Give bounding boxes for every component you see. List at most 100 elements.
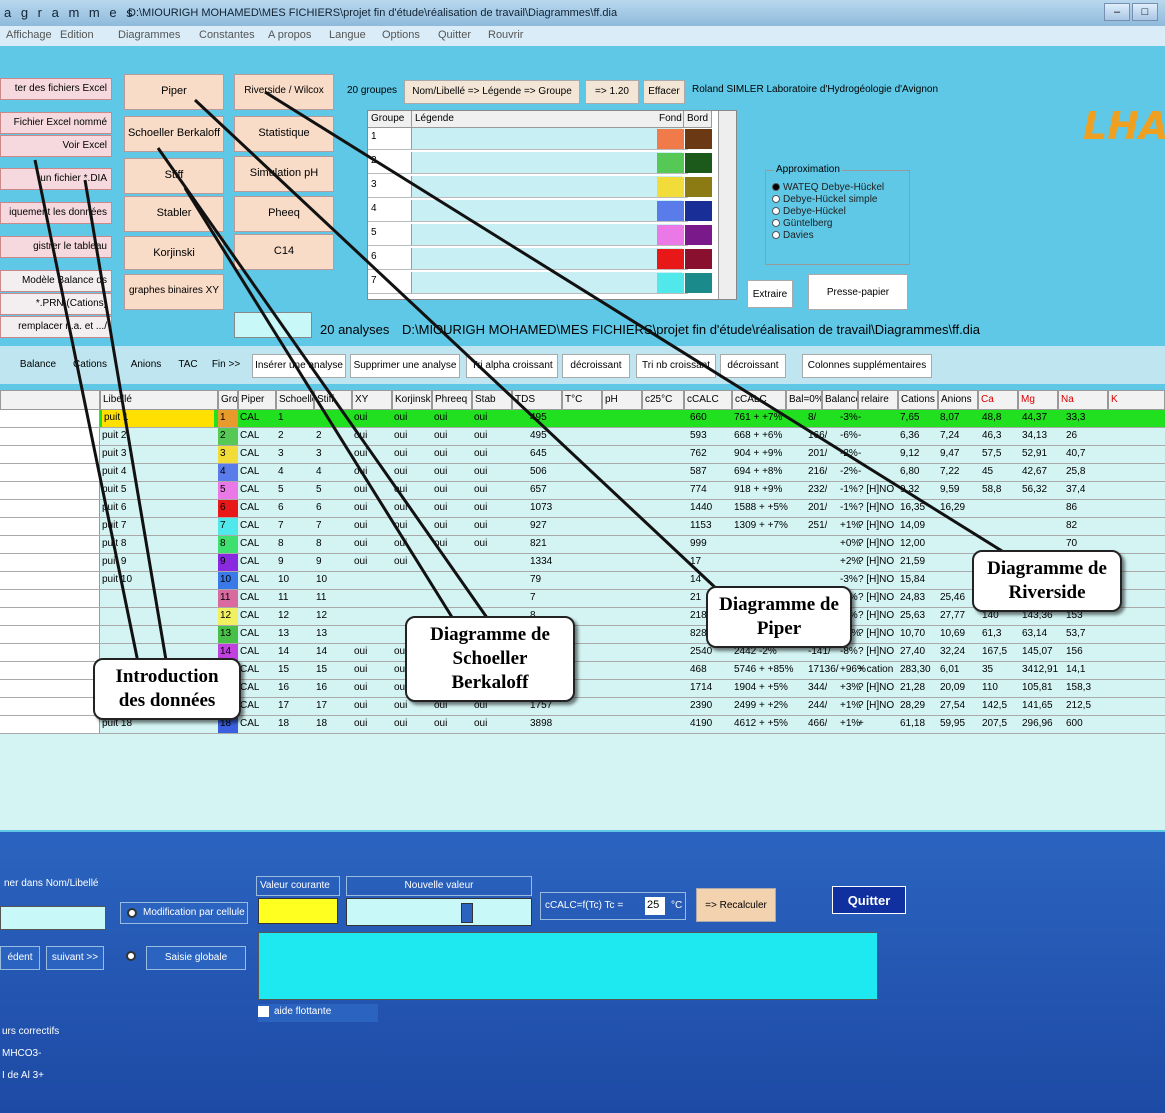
group-row[interactable]: 1 [368, 128, 688, 150]
table-cell[interactable]: 1309 + +7% [734, 520, 788, 531]
tab-fin[interactable]: Fin >> [206, 354, 246, 376]
grid-col-header[interactable]: Cations [898, 390, 938, 410]
table-cell[interactable]: 9,12 [900, 448, 919, 459]
grid-col-header[interactable]: Anions [938, 390, 978, 410]
table-cell[interactable]: puit 5 [102, 484, 212, 495]
table-cell[interactable]: 2540 [690, 646, 712, 657]
table-cell[interactable]: 57,5 [982, 448, 1001, 459]
save-table-button[interactable]: gistrer le tableau [0, 236, 112, 258]
table-cell[interactable]: 17 [316, 700, 327, 711]
data-only-button[interactable]: iquement les données [0, 202, 112, 224]
table-cell[interactable]: 207,5 [982, 718, 1007, 729]
table-cell[interactable]: 13 [278, 628, 289, 639]
table-cell[interactable]: 58,8 [982, 484, 1001, 495]
table-cell[interactable]: 283,30 [900, 664, 931, 675]
grid-col-header[interactable]: Na [1058, 390, 1108, 410]
mod-cell-radio[interactable]: Modification par cellule [120, 902, 248, 924]
table-cell[interactable]: 46,3 [982, 430, 1001, 441]
table-cell[interactable]: 79 [530, 574, 541, 585]
table-cell[interactable]: CAL [240, 682, 259, 693]
prn-cations-button[interactable]: *.PRN (Cations) [0, 293, 112, 315]
menu-apropos[interactable]: A propos [268, 29, 311, 41]
table-cell[interactable]: puit 10 [102, 574, 212, 585]
table-cell[interactable]: CAL [240, 412, 259, 423]
table-cell[interactable]: oui [394, 502, 407, 513]
table-cell[interactable]: 7 [278, 520, 284, 531]
table-cell[interactable]: 668 + +6% [734, 430, 782, 441]
fond-color-swatch[interactable] [657, 177, 684, 197]
table-cell[interactable]: oui [434, 430, 447, 441]
extra-columns-button[interactable]: Colonnes supplémentaires [802, 354, 932, 378]
table-cell[interactable]: 828 [690, 628, 707, 639]
grid-col-header[interactable]: Libellé [100, 390, 218, 410]
next-button[interactable]: suivant >> [46, 946, 104, 970]
grid-col-header[interactable]: Stab [472, 390, 512, 410]
table-cell[interactable]: 1714 [690, 682, 712, 693]
table-cell[interactable]: 42,67 [1022, 466, 1047, 477]
grid-col-header[interactable]: cCALC [684, 390, 732, 410]
table-cell[interactable]: 11 [278, 592, 288, 603]
table-cell[interactable]: 10,69 [940, 628, 965, 639]
table-cell[interactable]: 694 + +8% [734, 466, 782, 477]
table-cell[interactable]: 59,95 [940, 718, 965, 729]
table-cell[interactable]: 8 [278, 538, 284, 549]
table-cell[interactable]: 6,80 [900, 466, 919, 477]
table-cell[interactable]: 16 [278, 682, 289, 693]
table-cell[interactable]: 9,59 [940, 484, 959, 495]
ratio-button[interactable]: => 1.20 [585, 80, 639, 104]
table-cell[interactable]: -6% [840, 430, 858, 441]
table-cell[interactable]: oui [474, 502, 487, 513]
grid-col-header[interactable]: K [1108, 390, 1165, 410]
table-cell[interactable]: 3412,91 [1022, 664, 1058, 675]
table-cell[interactable]: puit 2 [102, 430, 212, 441]
table-cell[interactable]: 156 [1066, 646, 1083, 657]
new-value-field[interactable] [346, 898, 532, 926]
table-cell[interactable]: 37,4 [1066, 484, 1085, 495]
name-legend-group-button[interactable]: Nom/Libellé => Légende => Groupe [404, 80, 580, 104]
fond-color-swatch[interactable] [657, 153, 684, 173]
fond-color-swatch[interactable] [657, 201, 684, 221]
table-cell[interactable]: CAL [240, 448, 259, 459]
table-cell[interactable]: ? [H]NO [858, 520, 894, 531]
tab-balance[interactable]: Balance [12, 354, 64, 376]
table-cell[interactable]: 3 [278, 448, 284, 459]
quit-button[interactable]: Quitter [832, 886, 906, 914]
table-cell[interactable]: 4 [316, 466, 322, 477]
group-legend-cell[interactable] [412, 272, 682, 293]
table-cell[interactable]: 18 [316, 718, 327, 729]
grid-col-header[interactable]: Ca [978, 390, 1018, 410]
table-cell[interactable]: oui [434, 718, 447, 729]
table-cell[interactable]: 2499 + +2% [734, 700, 788, 711]
table-cell[interactable]: 1073 [530, 502, 552, 513]
table-cell[interactable]: 251/ [808, 520, 827, 531]
table-cell[interactable]: CAL [240, 700, 259, 711]
table-cell[interactable]: puit 6 [102, 502, 212, 513]
table-cell[interactable]: 10 [278, 574, 289, 585]
table-cell[interactable]: oui [474, 466, 487, 477]
table-cell[interactable]: 15,84 [900, 574, 925, 585]
row-header[interactable] [0, 644, 100, 661]
menu-options[interactable]: Options [382, 29, 420, 41]
table-cell[interactable]: 25,8 [1066, 466, 1085, 477]
table-cell[interactable]: 12,00 [900, 538, 925, 549]
grid-col-header[interactable]: Bal=0% [786, 390, 822, 410]
table-cell[interactable]: 8 [316, 538, 322, 549]
table-cell[interactable]: 142,5 [982, 700, 1007, 711]
table-cell[interactable]: + cation [858, 664, 893, 675]
table-cell[interactable]: 141,65 [1022, 700, 1053, 711]
table-cell[interactable]: CAL [240, 574, 259, 585]
table-cell[interactable]: 5 [278, 484, 284, 495]
row-header[interactable] [0, 572, 100, 589]
table-cell[interactable]: 20,09 [940, 682, 965, 693]
menu-quitter[interactable]: Quitter [438, 29, 471, 41]
table-cell[interactable]: CAL [240, 502, 259, 513]
table-cell[interactable]: 918 + +9% [734, 484, 782, 495]
balance-model-button[interactable]: Modèle Balance ds [0, 270, 112, 292]
table-cell[interactable]: 70 [1066, 538, 1077, 549]
previous-button[interactable]: édent [0, 946, 40, 970]
tab-anions[interactable]: Anions [124, 354, 168, 376]
table-cell[interactable]: 61,3 [982, 628, 1001, 639]
table-cell[interactable]: 63,14 [1022, 628, 1047, 639]
table-cell[interactable]: 24,83 [900, 592, 925, 603]
table-cell[interactable]: 4612 + +5% [734, 718, 788, 729]
